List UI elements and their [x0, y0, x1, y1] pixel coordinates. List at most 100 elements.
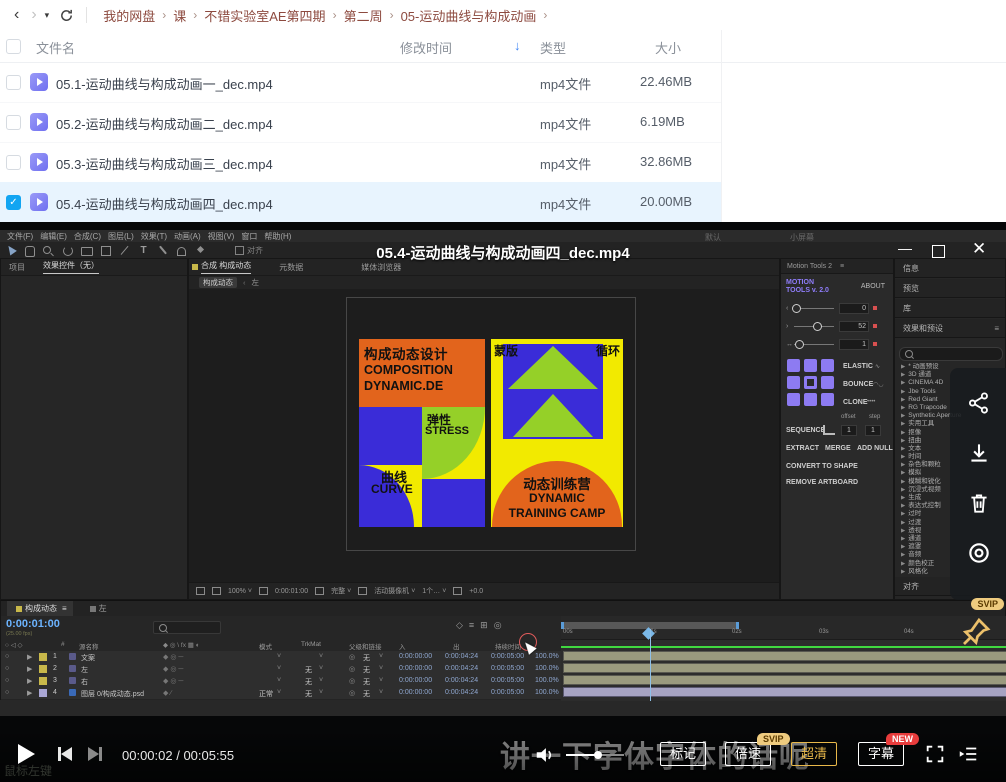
- mt-remove-button: REMOVE ARTBOARD: [786, 479, 858, 486]
- file-name[interactable]: 05.1-运动曲线与构成动画一_dec.mp4: [56, 74, 273, 93]
- video-content[interactable]: 文件(F) 编辑(E) 合成(C) 图层(L) 效果(T) 动画(A) 视图(V…: [0, 230, 1006, 716]
- minimize-button[interactable]: —: [898, 240, 912, 256]
- svip-badge: SVIP: [971, 598, 1004, 610]
- column-header-type[interactable]: 类型: [540, 38, 566, 57]
- video-file-icon: [30, 113, 48, 131]
- ae-panel-align: 对齐: [903, 581, 919, 592]
- file-row[interactable]: 05.2-运动曲线与构成动画二_dec.mp4 mp4文件 6.19MB: [0, 102, 721, 143]
- mt-extract-button: EXTRACT: [786, 445, 819, 452]
- artwork-green-triangle: [513, 394, 593, 437]
- play-button[interactable]: [18, 744, 35, 764]
- quality-button[interactable]: 超清: [791, 742, 837, 766]
- row-checkbox[interactable]: [6, 155, 21, 170]
- timeline-timecode: 0:00:01:00: [6, 618, 60, 630]
- comp-camera: 活动摄像机: [374, 586, 409, 596]
- search-icon: [905, 350, 913, 358]
- timeline-info-row: 0:00:01:00 (25.00 fps) ◇≡⊞◎: [1, 616, 561, 640]
- subtitle-button[interactable]: 字幕: [858, 742, 904, 766]
- file-table-header: 文件名 修改时间 ↓ 类型 大小: [0, 30, 1006, 63]
- breadcrumb-separator: ›: [333, 8, 337, 22]
- breadcrumb-item[interactable]: 不错实验室AE第四期: [204, 6, 325, 25]
- record-icon[interactable]: [966, 540, 992, 571]
- select-all-checkbox[interactable]: [6, 39, 21, 54]
- forward-icon[interactable]: ›: [31, 7, 36, 23]
- artwork-left-card: 构成动态设计 COMPOSITION DYNAMIC.DE 弹性 STRESS …: [359, 339, 485, 527]
- layer-bar: [563, 687, 1006, 697]
- pin-icon[interactable]: [958, 614, 994, 650]
- search-icon: [159, 624, 167, 632]
- row-checkbox[interactable]: [6, 115, 21, 130]
- timeline-ruler: 00s 01s 02s 03s 04s: [561, 616, 1006, 640]
- sort-descending-icon[interactable]: ↓: [514, 38, 521, 53]
- mt-anchor-grid: [787, 359, 836, 408]
- row-checkbox[interactable]: [6, 75, 21, 90]
- speed-button[interactable]: 倍速: [725, 742, 771, 766]
- download-icon[interactable]: [966, 440, 992, 471]
- file-size: 32.86MB: [640, 154, 692, 169]
- ae-project-panel: 项目 效果控件（无）: [0, 258, 188, 600]
- mt-merge-button: MERGE: [825, 445, 851, 452]
- player-title-bar[interactable]: 05.4-运动曲线与构成动画四_dec.mp4 — ✕: [0, 240, 1006, 266]
- layer-name: 图层 0/构成动态.psd: [81, 689, 144, 699]
- fullscreen-icon[interactable]: [924, 743, 946, 770]
- delete-icon[interactable]: [966, 490, 992, 521]
- effects-search-input: [899, 347, 1003, 361]
- breadcrumb-separator: ›: [162, 8, 166, 22]
- playlist-icon[interactable]: [956, 743, 980, 770]
- file-row[interactable]: 05.1-运动曲线与构成动画一_dec.mp4 mp4文件 22.46MB: [0, 62, 721, 103]
- mt-red-dot: [873, 306, 877, 310]
- player-side-toolbar: [950, 368, 1006, 600]
- back-icon[interactable]: ‹: [14, 7, 19, 23]
- artwork-orange-header: 构成动态设计 COMPOSITION DYNAMIC.DE: [359, 339, 485, 407]
- timeline-fps: (25.00 fps): [6, 631, 32, 637]
- layer-name: 左: [81, 665, 88, 675]
- next-frame-button[interactable]: [88, 747, 102, 761]
- refresh-icon[interactable]: [59, 8, 74, 23]
- mt-red-dot: [873, 324, 877, 328]
- motion-tools-panel: Motion Tools 2≡ MOTIONTOOLS v. 2.0 ABOUT…: [780, 258, 894, 600]
- layer-name: 文案: [81, 653, 95, 663]
- file-row[interactable]: 05.3-运动曲线与构成动画三_dec.mp4 mp4文件 32.86MB: [0, 142, 721, 183]
- row-checkbox-checked[interactable]: ✓: [6, 195, 21, 210]
- comp-bar-icon: [196, 587, 205, 595]
- column-header-size[interactable]: 大小: [655, 38, 681, 57]
- breadcrumb-separator: ›: [390, 8, 394, 22]
- maximize-button[interactable]: [932, 245, 945, 258]
- video-file-icon: [30, 73, 48, 91]
- svip-pin-widget[interactable]: SVIP: [944, 598, 1006, 660]
- mt-slider-value: 1: [839, 339, 869, 350]
- volume-icon[interactable]: [534, 744, 556, 771]
- column-header-modified[interactable]: 修改时间: [400, 38, 452, 57]
- ae-panel-effects-presets: 效果和预设: [903, 323, 943, 334]
- mt-red-dot: [873, 342, 877, 346]
- breadcrumb-item-root[interactable]: 我的网盘: [103, 6, 155, 25]
- artwork-camp-en2: TRAINING CAMP: [492, 506, 622, 520]
- comp-viewport: 构成动态设计 COMPOSITION DYNAMIC.DE 弹性 STRESS …: [189, 289, 779, 583]
- file-name[interactable]: 05.2-运动曲线与构成动画二_dec.mp4: [56, 114, 273, 133]
- share-icon[interactable]: [966, 390, 992, 421]
- volume-slider[interactable]: [566, 754, 624, 756]
- close-button[interactable]: ✕: [972, 239, 986, 259]
- file-name[interactable]: 05.3-运动曲线与构成动画三_dec.mp4: [56, 154, 273, 173]
- av-columns-icons: ○ ◁ ◇: [5, 641, 23, 649]
- previous-frame-button[interactable]: [58, 747, 72, 761]
- breadcrumb-item[interactable]: 课: [173, 6, 186, 25]
- file-size: 22.46MB: [640, 74, 692, 89]
- breadcrumb-item[interactable]: 第二周: [344, 6, 383, 25]
- file-row-selected[interactable]: ✓ 05.4-运动曲线与构成动画四_dec.mp4 mp4文件 20.00MB: [0, 182, 721, 223]
- file-size: 6.19MB: [640, 114, 685, 129]
- comp-status-bar: 100%˅ 0:00:01:00 完整˅ 活动摄像机˅ 1个…˅ +0.0: [189, 582, 779, 599]
- comp-views: 1个…: [422, 586, 440, 596]
- mark-button[interactable]: 标记: [660, 742, 706, 766]
- artwork-blue-square: [359, 407, 422, 465]
- mt-sequence-button: SEQUENCE: [786, 427, 825, 434]
- history-dropdown-icon[interactable]: ▾: [45, 11, 50, 20]
- mt-bounce-button: BOUNCE: [843, 381, 873, 388]
- column-header-name[interactable]: 文件名: [36, 38, 75, 57]
- breadcrumb-item-current[interactable]: 05-运动曲线与构成动画: [401, 6, 537, 25]
- comp-crumb-current: 左: [252, 277, 260, 288]
- mt-seq-step-value: 1: [865, 425, 881, 436]
- artwork-loop-label: 循环: [596, 342, 620, 359]
- file-name[interactable]: 05.4-运动曲线与构成动画四_dec.mp4: [56, 194, 273, 213]
- mt-stairs-icon: [823, 425, 835, 435]
